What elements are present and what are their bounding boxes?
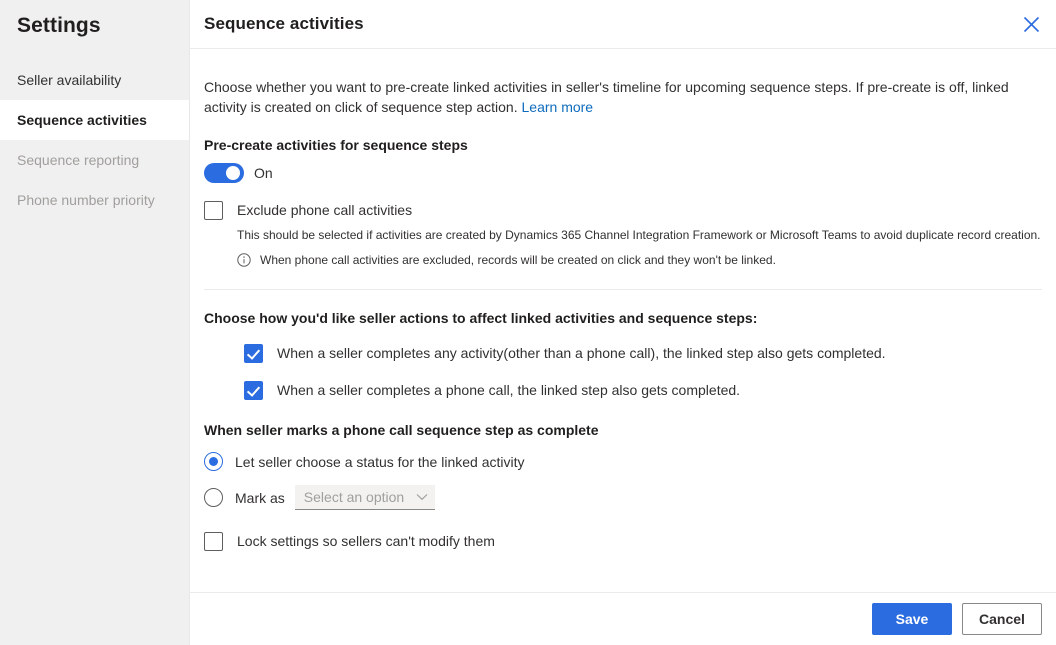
intro-text: Choose whether you want to pre-create li… bbox=[204, 79, 1009, 115]
precreate-toggle-state: On bbox=[254, 165, 273, 181]
settings-sidebar: Settings Seller availability Sequence ac… bbox=[0, 0, 190, 645]
exclude-phone-call-checkbox[interactable] bbox=[204, 201, 223, 220]
intro-description: Choose whether you want to pre-create li… bbox=[204, 77, 1042, 117]
learn-more-link[interactable]: Learn more bbox=[522, 99, 594, 115]
sidebar-item-sequence-reporting[interactable]: Sequence reporting bbox=[0, 140, 189, 180]
phone-complete-heading: When seller marks a phone call sequence … bbox=[204, 422, 599, 438]
close-icon bbox=[1023, 16, 1040, 33]
sidebar-item-seller-availability[interactable]: Seller availability bbox=[0, 60, 189, 100]
sidebar-item-label: Seller availability bbox=[17, 72, 122, 88]
precreate-toggle[interactable] bbox=[204, 163, 244, 183]
chevron-down-icon bbox=[416, 488, 428, 506]
exclude-phone-call-row: Exclude phone call activities bbox=[204, 201, 1042, 220]
panel-footer: Save Cancel bbox=[190, 592, 1056, 645]
precreate-toggle-row: On bbox=[204, 163, 1042, 183]
lock-settings-row: Lock settings so sellers can't modify th… bbox=[204, 532, 1042, 551]
close-button[interactable] bbox=[1015, 8, 1047, 40]
exclude-info-row: When phone call activities are excluded,… bbox=[237, 252, 1042, 268]
lock-settings-label: Lock settings so sellers can't modify th… bbox=[237, 533, 495, 549]
divider-seller-actions bbox=[204, 289, 1042, 290]
seller-completes-any-activity-label: When a seller completes any activity(oth… bbox=[277, 345, 886, 361]
save-button[interactable]: Save bbox=[872, 603, 952, 635]
seller-completes-phone-call-label: When a seller completes a phone call, th… bbox=[277, 382, 741, 398]
page-title: Sequence activities bbox=[204, 14, 364, 33]
exclude-phone-call-label: Exclude phone call activities bbox=[237, 202, 413, 218]
cancel-button[interactable]: Cancel bbox=[962, 603, 1042, 635]
toggle-knob bbox=[226, 166, 240, 180]
mark-as-radio[interactable] bbox=[204, 488, 223, 507]
exclude-helper-text: This should be selected if activities ar… bbox=[237, 228, 1041, 242]
mark-as-status-select[interactable]: Select an option bbox=[294, 485, 436, 510]
sidebar-item-sequence-activities[interactable]: Sequence activities bbox=[0, 100, 189, 140]
precreate-label: Pre-create activities for sequence steps bbox=[204, 137, 468, 153]
let-seller-choose-row: Let seller choose a status for the linke… bbox=[204, 452, 1042, 471]
seller-actions-heading: Choose how you'd like seller actions to … bbox=[204, 310, 758, 326]
let-seller-choose-label: Let seller choose a status for the linke… bbox=[235, 453, 525, 470]
panel-body: Choose whether you want to pre-create li… bbox=[190, 77, 1056, 551]
sidebar-nav-list: Seller availability Sequence activities … bbox=[0, 60, 189, 220]
seller-action-option-row: When a seller completes a phone call, th… bbox=[244, 381, 1042, 400]
mark-as-row: Mark as Select an option bbox=[204, 485, 1042, 510]
seller-completes-any-activity-checkbox[interactable] bbox=[244, 344, 263, 363]
sidebar-item-label: Sequence reporting bbox=[17, 152, 140, 168]
seller-completes-phone-call-checkbox[interactable] bbox=[244, 381, 263, 400]
info-icon bbox=[237, 253, 251, 267]
sidebar-title: Settings bbox=[17, 14, 101, 37]
panel-header: Sequence activities bbox=[190, 0, 1056, 49]
sidebar-item-label: Phone number priority bbox=[17, 192, 155, 208]
mark-as-label: Mark as bbox=[235, 489, 285, 506]
let-seller-choose-radio[interactable] bbox=[204, 452, 223, 471]
settings-dialog: Settings Seller availability Sequence ac… bbox=[0, 0, 1056, 645]
exclude-info-text: When phone call activities are excluded,… bbox=[260, 253, 776, 267]
sidebar-item-label: Sequence activities bbox=[17, 112, 147, 128]
lock-settings-checkbox[interactable] bbox=[204, 532, 223, 551]
seller-action-option-row: When a seller completes any activity(oth… bbox=[244, 344, 1042, 363]
sidebar-item-phone-number-priority[interactable]: Phone number priority bbox=[0, 180, 189, 220]
settings-panel: Sequence activities Choose whether you w… bbox=[190, 0, 1056, 645]
mark-as-status-value: Select an option bbox=[303, 489, 405, 505]
